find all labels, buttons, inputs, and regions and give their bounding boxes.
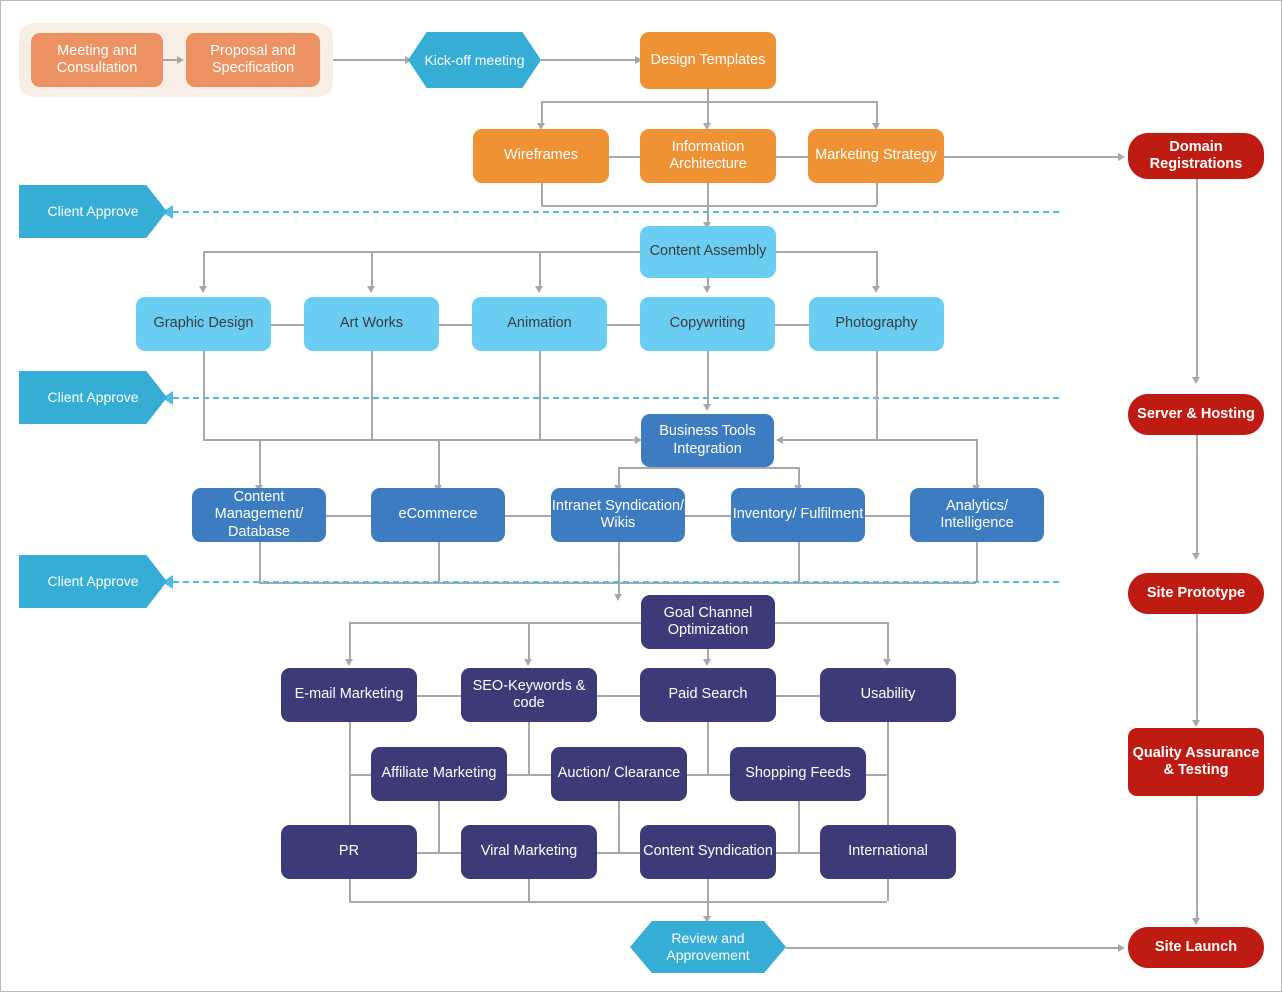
feedback-line-1 — [173, 211, 1059, 213]
node-animation[interactable]: Animation — [472, 297, 607, 351]
node-content-syndication[interactable]: Content Syndication — [640, 825, 776, 879]
node-goal-channel-optimization[interactable]: Goal Channel Optimization — [641, 595, 775, 649]
node-usability[interactable]: Usability — [820, 668, 956, 722]
node-design-templates[interactable]: Design Templates — [640, 32, 776, 89]
node-business-tools-integration[interactable]: Business Tools Integration — [641, 414, 774, 467]
node-graphic-design[interactable]: Graphic Design — [136, 297, 271, 351]
node-marketing-strategy[interactable]: Marketing Strategy — [808, 129, 944, 183]
node-quality-assurance-testing[interactable]: Quality Assurance & Testing — [1128, 728, 1264, 796]
node-email-marketing[interactable]: E-mail Marketing — [281, 668, 417, 722]
feedback-line-3 — [173, 581, 1059, 583]
node-auction-clearance[interactable]: Auction/ Clearance — [551, 747, 687, 801]
node-pr[interactable]: PR — [281, 825, 417, 879]
node-client-approve-1[interactable]: Client Approve — [19, 185, 167, 238]
node-inventory-fulfilment[interactable]: Inventory/ Fulfilment — [731, 488, 865, 542]
node-client-approve-2[interactable]: Client Approve — [19, 371, 167, 424]
node-photography[interactable]: Photography — [809, 297, 944, 351]
node-paid-search[interactable]: Paid Search — [640, 668, 776, 722]
node-affiliate-marketing[interactable]: Affiliate Marketing — [371, 747, 507, 801]
node-domain-registrations[interactable]: Domain Registrations — [1128, 133, 1264, 179]
node-site-launch[interactable]: Site Launch — [1128, 927, 1264, 968]
node-kick-off-meeting[interactable]: Kick-off meeting — [408, 32, 541, 88]
node-viral-marketing[interactable]: Viral Marketing — [461, 825, 597, 879]
node-international[interactable]: International — [820, 825, 956, 879]
feedback-line-2 — [173, 397, 1059, 399]
flowchart-canvas: Meeting and Consultation Proposal and Sp… — [0, 0, 1282, 992]
node-site-prototype[interactable]: Site Prototype — [1128, 573, 1264, 614]
node-analytics-intelligence[interactable]: Analytics/ Intelligence — [910, 488, 1044, 542]
node-wireframes[interactable]: Wireframes — [473, 129, 609, 183]
node-information-architecture[interactable]: Information Architecture — [640, 129, 776, 183]
node-seo-keywords-code[interactable]: SEO-Keywords & code — [461, 668, 597, 722]
node-copywriting[interactable]: Copywriting — [640, 297, 775, 351]
node-meeting-and-consultation[interactable]: Meeting and Consultation — [31, 33, 163, 87]
node-ecommerce[interactable]: eCommerce — [371, 488, 505, 542]
node-content-management-database[interactable]: Content Management/ Database — [192, 488, 326, 542]
node-server-and-hosting[interactable]: Server & Hosting — [1128, 394, 1264, 435]
node-proposal-and-specification[interactable]: Proposal and Specification — [186, 33, 320, 87]
node-review-and-approvement[interactable]: Review and Approvement — [630, 921, 786, 973]
node-client-approve-3[interactable]: Client Approve — [19, 555, 167, 608]
node-shopping-feeds[interactable]: Shopping Feeds — [730, 747, 866, 801]
node-intranet-syndication-wikis[interactable]: Intranet Syndication/ Wikis — [551, 488, 685, 542]
node-art-works[interactable]: Art Works — [304, 297, 439, 351]
node-content-assembly[interactable]: Content Assembly — [640, 226, 776, 278]
